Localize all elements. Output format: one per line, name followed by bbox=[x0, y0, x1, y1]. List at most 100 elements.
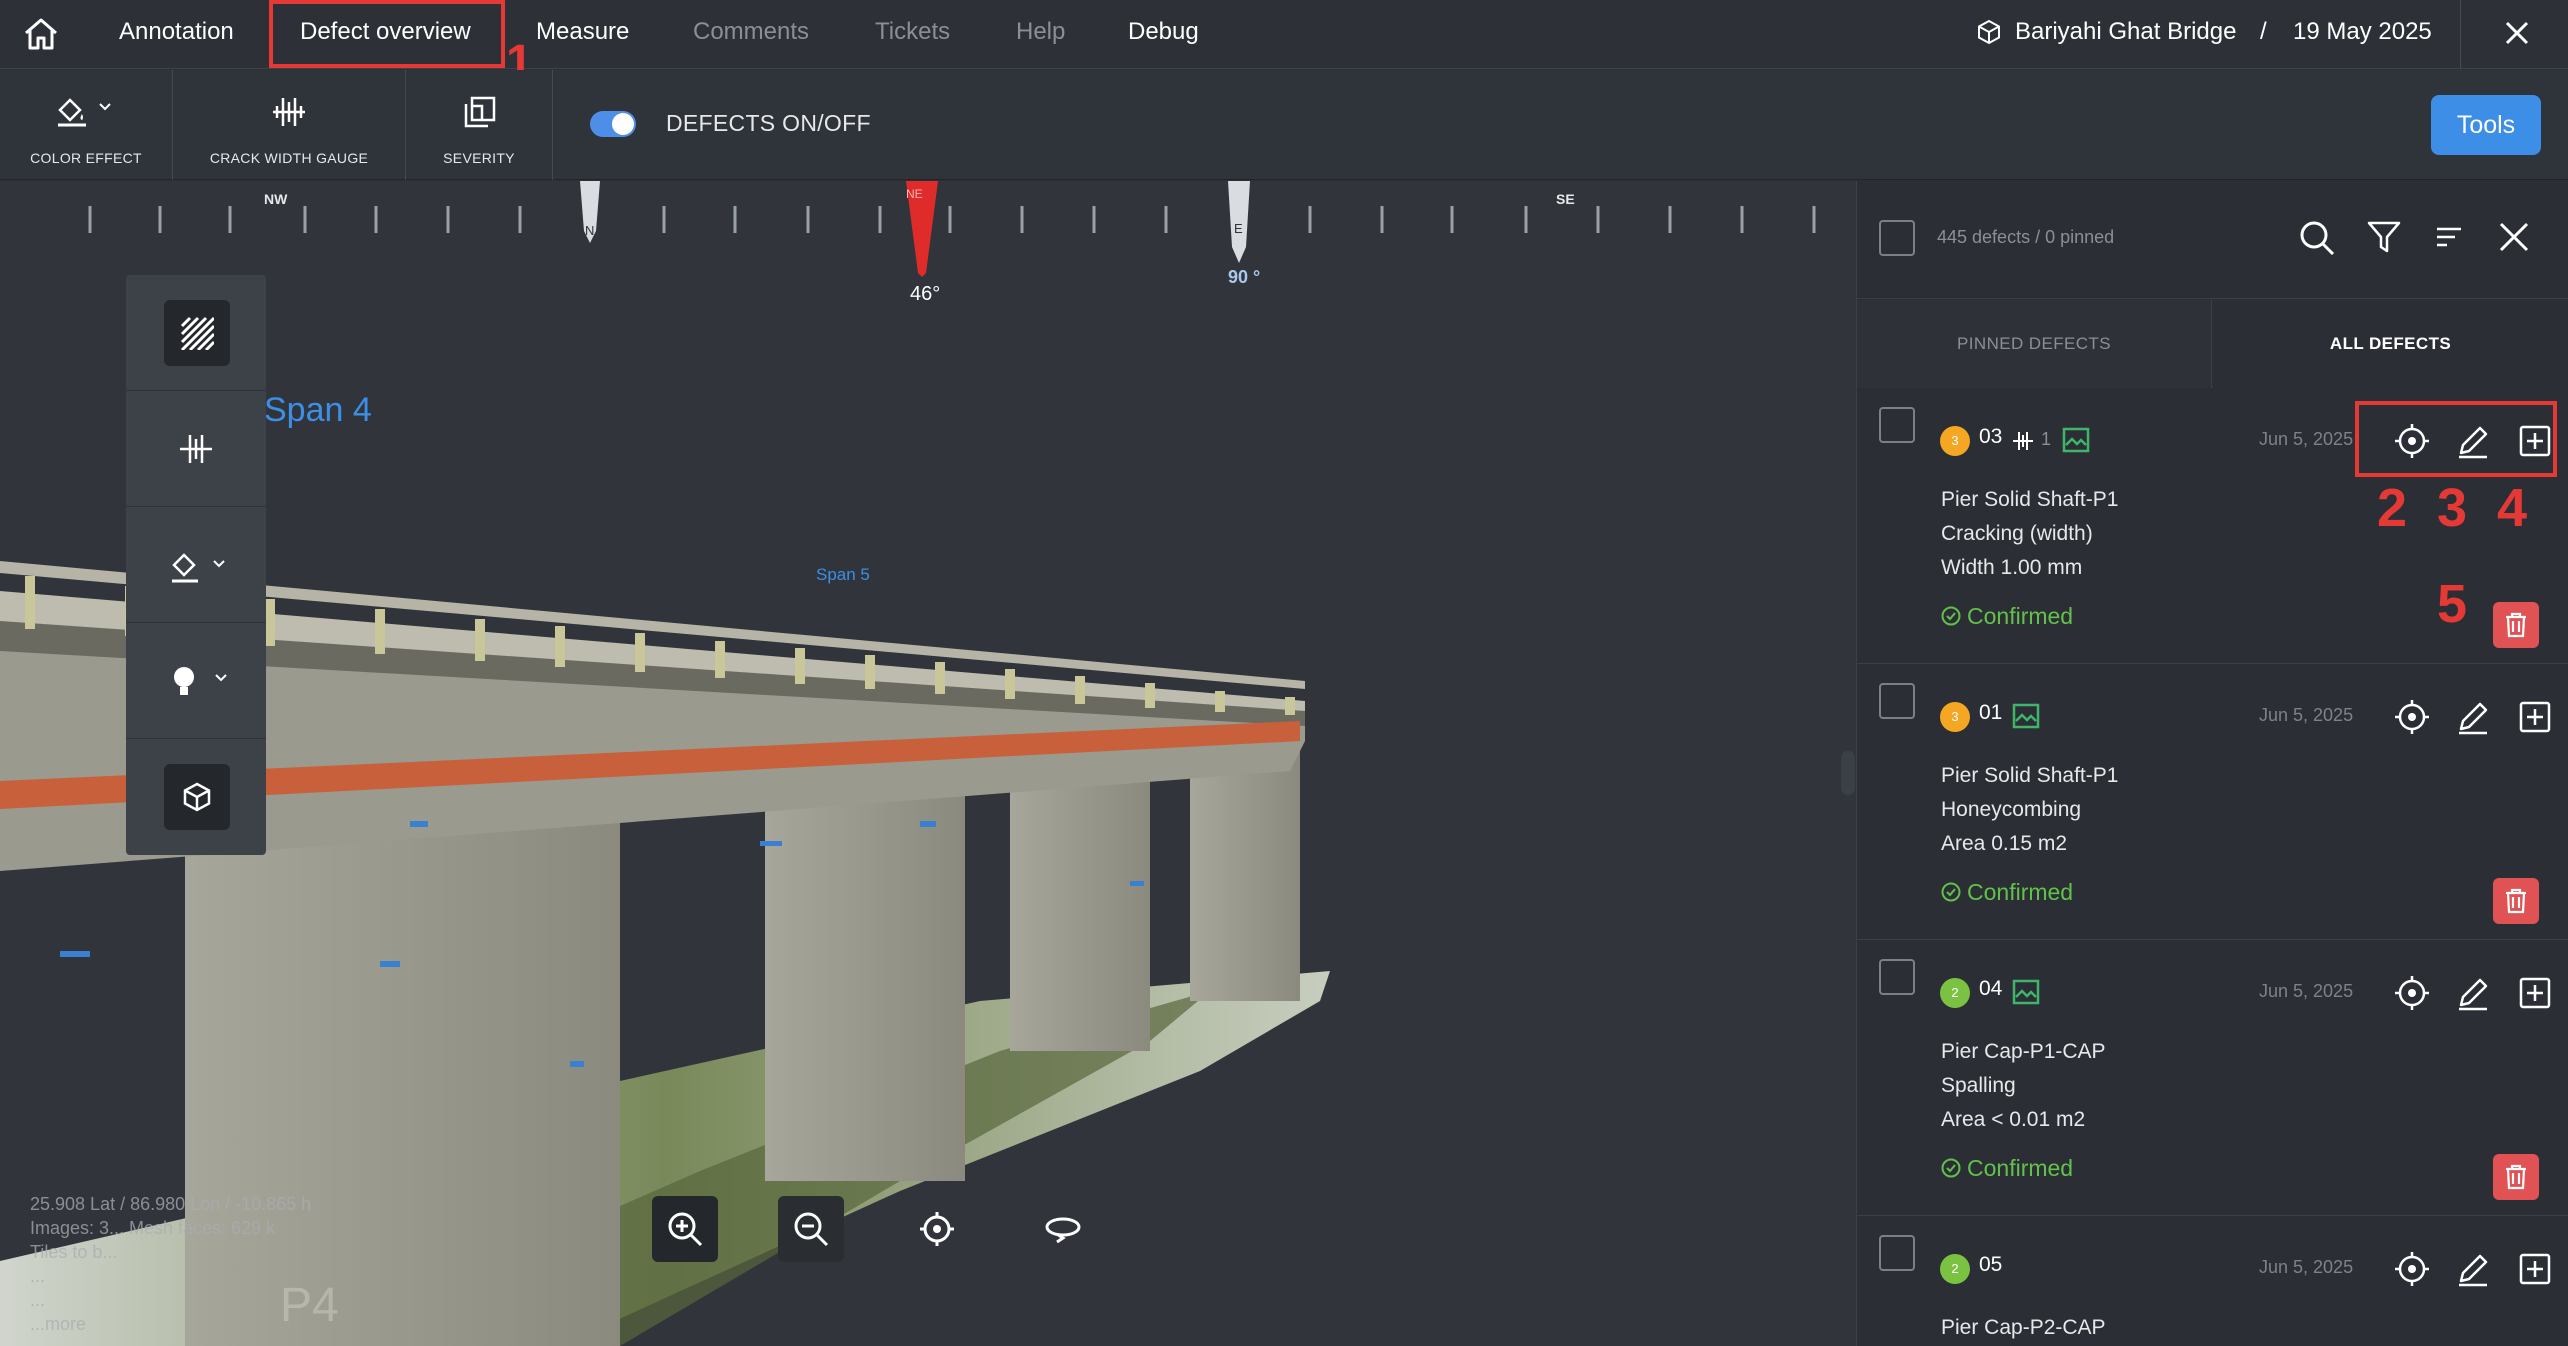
severity-button[interactable]: SEVERITY bbox=[406, 70, 552, 180]
locate-icon[interactable] bbox=[2392, 973, 2432, 1013]
color-effect-label: COLOR EFFECT bbox=[30, 150, 142, 166]
color-effect-button[interactable]: COLOR EFFECT bbox=[0, 70, 172, 180]
nav-comments[interactable]: Comments bbox=[693, 0, 809, 64]
pier-label: P4 bbox=[280, 1279, 339, 1332]
defect-checkbox[interactable] bbox=[1879, 1235, 1915, 1271]
paint-bucket-icon bbox=[172, 553, 225, 583]
status-label: Confirmed bbox=[1967, 879, 2074, 905]
crack-width-gauge-button[interactable]: CRACK WIDTH GAUGE bbox=[173, 70, 405, 180]
edit-icon[interactable] bbox=[2453, 973, 2493, 1013]
target-icon bbox=[920, 1212, 954, 1246]
defect-checkbox[interactable] bbox=[1879, 683, 1915, 719]
home-icon[interactable] bbox=[20, 13, 62, 55]
recenter-button[interactable] bbox=[904, 1196, 970, 1262]
project-date[interactable]: 19 May 2025 bbox=[2293, 0, 2432, 64]
close-panel-icon[interactable] bbox=[2497, 220, 2531, 254]
edit-icon[interactable] bbox=[2453, 697, 2493, 737]
crack-gauge-cell[interactable] bbox=[126, 391, 266, 507]
defect-type: Spalling bbox=[1941, 1074, 2016, 1097]
delete-button[interactable] bbox=[2493, 1154, 2539, 1200]
defects-toggle[interactable] bbox=[590, 111, 636, 137]
span-label-4[interactable]: Span 4 bbox=[264, 391, 372, 430]
coords-line-4: ... bbox=[30, 1266, 46, 1286]
nav-measure[interactable]: Measure bbox=[536, 0, 629, 64]
orbit-button[interactable] bbox=[1030, 1196, 1096, 1262]
zoom-out-button[interactable] bbox=[778, 1196, 844, 1262]
select-all-checkbox[interactable] bbox=[1879, 220, 1915, 256]
defect-id: 05 bbox=[1979, 1253, 2003, 1276]
defect-measure: Width 1.00 mm bbox=[1941, 556, 2083, 579]
add-icon[interactable] bbox=[2515, 1249, 2555, 1289]
defects-panel: 445 defects / 0 pinned PINNED DEFECTS AL… bbox=[1856, 181, 2568, 1346]
compass-label-ne: NE bbox=[906, 187, 923, 201]
annotation-number-3: 3 bbox=[2437, 478, 2468, 538]
texture-mode-button[interactable] bbox=[164, 300, 230, 366]
crack-count: 1 bbox=[2041, 429, 2052, 449]
image-icon bbox=[2012, 979, 2040, 1005]
add-icon[interactable] bbox=[2515, 697, 2555, 737]
color-effect-cell[interactable] bbox=[126, 507, 266, 623]
divider bbox=[552, 70, 553, 180]
defect-location: Pier Cap-P1-CAP bbox=[1941, 1040, 2106, 1063]
defects-toggle-label: DEFECTS ON/OFF bbox=[666, 110, 871, 136]
defect-card[interactable]: 2 05 Jun 5, 2025 Pier Cap-P2-CAP bbox=[1857, 1217, 2568, 1346]
delete-button[interactable] bbox=[2493, 878, 2539, 924]
span-label-5[interactable]: Span 5 bbox=[816, 565, 870, 585]
bridge-model-render[interactable]: P4 bbox=[0, 181, 1856, 1346]
close-icon[interactable] bbox=[2502, 18, 2532, 48]
tab-all-defects[interactable]: ALL DEFECTS bbox=[2213, 300, 2568, 388]
model-mode-cell bbox=[126, 739, 266, 855]
defect-checkbox[interactable] bbox=[1879, 407, 1915, 443]
project-name[interactable]: Bariyahi Ghat Bridge bbox=[2015, 0, 2236, 64]
edit-icon[interactable] bbox=[2453, 1249, 2493, 1289]
defect-card[interactable]: 3 03 1 Jun 5, 2025 2 3 4 Pier Solid Shaf… bbox=[1857, 389, 2568, 664]
orbit-icon bbox=[1045, 1217, 1081, 1244]
defect-measure: Area < 0.01 m2 bbox=[1941, 1108, 2086, 1131]
search-icon[interactable] bbox=[2298, 219, 2336, 257]
defect-card[interactable]: 3 01 Jun 5, 2025 Pier Solid Shaft-P1 Hon… bbox=[1857, 665, 2568, 940]
lightbulb-icon bbox=[174, 667, 227, 695]
defect-date: Jun 5, 2025 bbox=[2259, 1257, 2354, 1277]
severity-badge: 3 bbox=[1940, 702, 1970, 732]
locate-icon[interactable] bbox=[2392, 697, 2432, 737]
defect-measure: Area 0.15 m2 bbox=[1941, 832, 2068, 855]
3d-viewport[interactable]: P4 NW N NE E SE 46° 90 ° Span 4 Span 5 2… bbox=[0, 181, 1856, 1346]
annotation-number-4: 4 bbox=[2497, 478, 2528, 538]
tab-pinned-defects[interactable]: PINNED DEFECTS bbox=[1857, 300, 2212, 388]
add-icon[interactable] bbox=[2515, 973, 2555, 1013]
lighting-cell[interactable] bbox=[126, 623, 266, 739]
model-mode-button[interactable] bbox=[164, 764, 230, 830]
tools-button[interactable]: Tools bbox=[2431, 95, 2541, 155]
nav-debug[interactable]: Debug bbox=[1128, 0, 1199, 64]
crack-width-gauge-label: CRACK WIDTH GAUGE bbox=[209, 150, 369, 166]
filter-icon[interactable] bbox=[2366, 219, 2402, 255]
nav-help[interactable]: Help bbox=[1016, 0, 1065, 64]
coords-line-5: ... bbox=[30, 1290, 46, 1310]
severity-badge: 2 bbox=[1940, 978, 1970, 1008]
defect-card[interactable]: 2 04 Jun 5, 2025 Pier Cap-P1-CAP Spallin… bbox=[1857, 941, 2568, 1216]
nav-annotation[interactable]: Annotation bbox=[119, 0, 234, 64]
annotation-number-2: 2 bbox=[2377, 478, 2408, 538]
top-nav: Annotation Defect overview 1 Measure Com… bbox=[0, 0, 2568, 88]
compass-label-nw: NW bbox=[264, 191, 288, 207]
defect-location: Pier Solid Shaft-P1 bbox=[1941, 488, 2119, 511]
defect-id: 03 bbox=[1979, 425, 2003, 448]
trash-icon bbox=[2506, 612, 2526, 638]
defect-type: Honeycombing bbox=[1941, 798, 2082, 821]
zoom-in-button[interactable] bbox=[652, 1196, 718, 1262]
nav-tickets[interactable]: Tickets bbox=[875, 0, 950, 64]
defect-checkbox[interactable] bbox=[1879, 959, 1915, 995]
compass-east-reading: 90 ° bbox=[1228, 267, 1261, 287]
delete-button[interactable] bbox=[2493, 602, 2539, 648]
sort-icon[interactable] bbox=[2434, 222, 2464, 252]
project-cube-icon bbox=[1978, 19, 2000, 45]
trash-icon bbox=[2506, 888, 2526, 914]
paint-bucket-icon bbox=[58, 98, 111, 127]
image-icon bbox=[2012, 703, 2040, 729]
divider bbox=[2460, 0, 2461, 69]
locate-icon[interactable] bbox=[2392, 1249, 2432, 1289]
panel-resize-handle[interactable] bbox=[1841, 751, 1855, 795]
coords-line-6: ...more bbox=[30, 1314, 87, 1334]
crack-gauge-icon bbox=[180, 435, 212, 463]
defect-date: Jun 5, 2025 bbox=[2259, 705, 2354, 725]
